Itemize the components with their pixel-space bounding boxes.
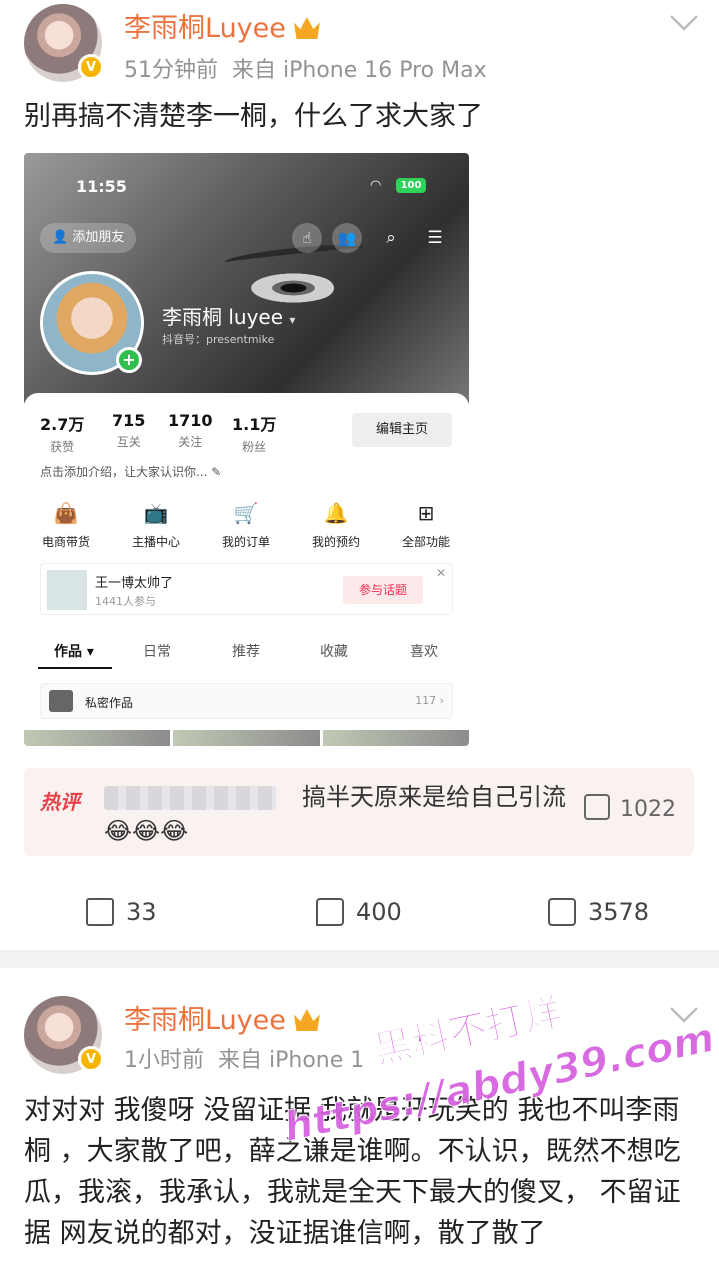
status-time: 11:55 <box>76 177 127 196</box>
stat-following[interactable]: 1710 关注 <box>168 411 213 450</box>
profile-cover: 11:55 ◠ 100 👤 添加朋友 ☝ 👥 ⌕ ☰ + 李雨桐 luyee ▾… <box>24 153 469 403</box>
comment-icon <box>316 898 344 926</box>
edit-profile-button[interactable]: 编辑主页 <box>352 413 452 447</box>
cover-eye <box>244 271 334 305</box>
crown-icon <box>293 17 320 39</box>
share-icon <box>86 898 114 926</box>
wifi-icon: ◠ <box>370 178 382 193</box>
embedded-screenshot[interactable]: 11:55 ◠ 100 👤 添加朋友 ☝ 👥 ⌕ ☰ + 李雨桐 luyee ▾… <box>24 153 469 746</box>
person-add-icon: 👤 <box>52 230 69 245</box>
private-works-row[interactable]: 私密作品 117 › <box>40 683 453 719</box>
tab-indicator <box>38 667 112 669</box>
stat-likes[interactable]: 2.7万 获赞 <box>40 411 84 455</box>
pencil-icon: ✎ <box>211 465 222 479</box>
user-avatar[interactable]: V <box>24 996 104 1074</box>
tab-daily[interactable]: 日常 <box>143 641 171 661</box>
stat-mutual[interactable]: 715 互关 <box>112 411 145 450</box>
user-avatar[interactable]: V <box>24 4 104 82</box>
post-meta: 51分钟前 来自 iPhone 16 Pro Max <box>124 58 487 83</box>
profile-body: 2.7万 获赞 715 互关 1710 关注 1.1万 粉丝 编辑主页 点击添加… <box>24 393 469 746</box>
profile-name: 李雨桐 luyee ▾ <box>162 305 296 329</box>
function-reservations[interactable]: 🔔 我的预约 <box>300 501 372 550</box>
hot-comment-text: 搞半天原来是给自己引流😂😂😂 <box>104 783 566 845</box>
thumbs-up-icon <box>584 794 610 820</box>
tab-likes[interactable]: 喜欢 <box>410 641 438 661</box>
lock-icon <box>49 690 73 712</box>
bell-icon: 🔔 <box>323 501 349 525</box>
video-thumb[interactable] <box>24 730 171 746</box>
close-icon[interactable]: ✕ <box>436 566 446 580</box>
post-meta: 1小时前 来自 iPhone 1 <box>124 1048 365 1073</box>
bio-placeholder[interactable]: 点击添加介绍，让大家认识你... ✎ <box>40 463 221 480</box>
bag-icon: 👜 <box>53 501 79 525</box>
function-streamer-center[interactable]: 📺 主播中心 <box>120 501 192 550</box>
username[interactable]: 李雨桐Luyee <box>124 998 320 1037</box>
topic-thumbnail <box>47 570 87 610</box>
battery-indicator: 100 <box>396 178 426 193</box>
topic-card[interactable]: 王一博太帅了 1441人参与 参与话题 ✕ <box>40 563 453 615</box>
crown-icon <box>293 1009 320 1031</box>
cart-icon: 🛒 <box>233 501 259 525</box>
like-button[interactable]: 3578 <box>548 898 649 926</box>
post-text: 别再搞不清楚李一桐，什么了求大家了 <box>24 101 483 132</box>
video-thumb[interactable] <box>322 730 469 746</box>
tab-recommend[interactable]: 推荐 <box>232 641 260 661</box>
tv-icon: 📺 <box>143 501 169 525</box>
add-friend-button[interactable]: 👤 添加朋友 <box>40 223 137 253</box>
chevron-down-icon[interactable] <box>669 14 699 32</box>
function-orders[interactable]: 🛒 我的订单 <box>210 501 282 550</box>
tab-favorites[interactable]: 收藏 <box>320 641 348 661</box>
thumbs-up-icon <box>548 898 576 926</box>
dropdown-icon[interactable]: ▾ <box>289 313 295 327</box>
comment-like-button[interactable]: 1022 <box>584 794 676 822</box>
douyin-id: 抖音号：presentmike <box>162 333 275 346</box>
comment-button[interactable]: 400 <box>316 898 402 926</box>
hand-icon[interactable]: ☝ <box>292 223 322 253</box>
verified-badge-icon: V <box>78 1046 104 1072</box>
username[interactable]: 李雨桐Luyee <box>124 6 320 45</box>
plus-icon[interactable]: + <box>116 347 142 373</box>
grid-icon: ⊞ <box>417 501 435 525</box>
verified-badge-icon: V <box>78 54 104 80</box>
hot-comment-tag: 热评 <box>40 790 80 814</box>
search-icon[interactable]: ⌕ <box>376 223 406 253</box>
menu-icon[interactable]: ☰ <box>420 223 450 253</box>
weibo-post: V 李雨桐Luyee 51分钟前 来自 iPhone 16 Pro Max 别再… <box>0 0 719 950</box>
feed-divider <box>0 950 719 968</box>
function-all[interactable]: ⊞ 全部功能 <box>390 501 462 550</box>
function-ecommerce[interactable]: 👜 电商带货 <box>30 501 102 550</box>
friends-icon[interactable]: 👥 <box>332 223 362 253</box>
video-thumb[interactable] <box>173 730 320 746</box>
stat-followers[interactable]: 1.1万 粉丝 <box>232 411 276 455</box>
hot-comment[interactable]: 热评 搞半天原来是给自己引流😂😂😂 1022 <box>24 768 694 856</box>
share-button[interactable]: 33 <box>86 898 157 926</box>
tab-works[interactable]: 作品 ▾ <box>54 641 94 661</box>
join-topic-button[interactable]: 参与话题 <box>343 576 423 604</box>
video-thumbnails <box>24 730 469 746</box>
